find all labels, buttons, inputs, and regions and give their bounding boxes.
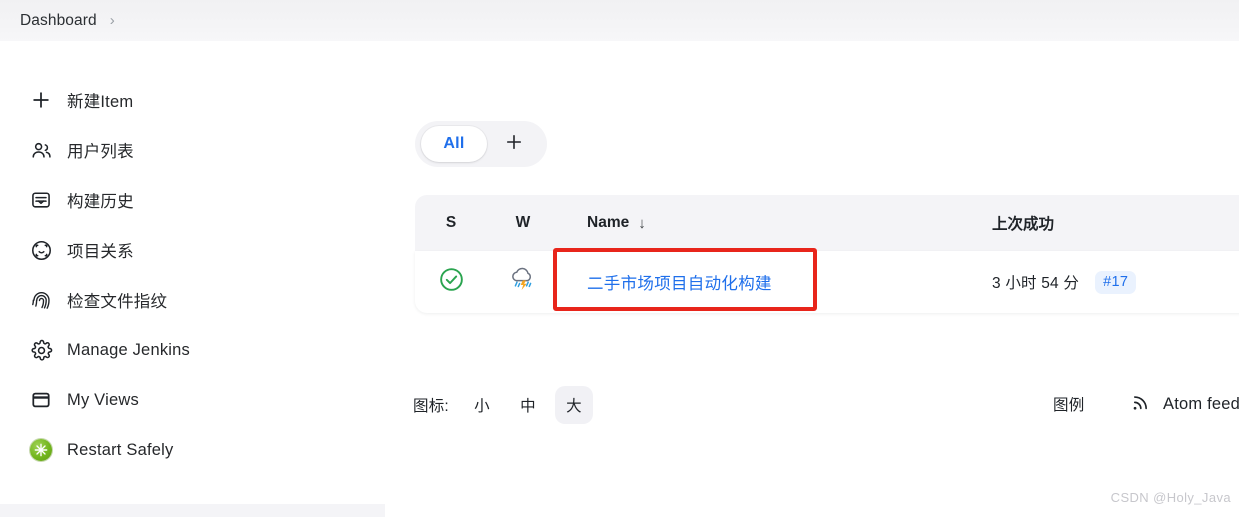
icon-size-medium-button[interactable]: 中 — [509, 386, 547, 424]
tab-all[interactable]: All — [421, 126, 487, 162]
sidebar-item-user-list[interactable]: 用户列表 — [26, 133, 134, 167]
table-row[interactable]: 二手市场项目自动化构建 3 小时 54 分 #17 — [415, 251, 1239, 313]
icon-size-label: 图标: — [413, 398, 449, 415]
column-header-name[interactable]: Name ↓ — [559, 214, 964, 232]
sidebar-item-label: 用户列表 — [67, 143, 134, 161]
sidebar-item-new-item[interactable]: 新建Item — [26, 83, 133, 117]
build-number-badge[interactable]: #17 — [1095, 270, 1137, 294]
job-status-cell — [415, 266, 487, 298]
sidebar: 新建Item 用户列表 构建历史 项目关系 检查文件指纹 Manage Jenk… — [0, 41, 385, 517]
relationship-icon — [26, 235, 56, 265]
job-name-cell: 二手市场项目自动化构建 — [559, 270, 964, 294]
check-circle-icon[interactable] — [438, 266, 465, 298]
column-header-weather[interactable]: W — [487, 214, 559, 232]
sidebar-item-label: 新建Item — [67, 93, 134, 111]
jobs-table: S W Name ↓ 上次成功 二手市场项目自动化构建 3 小时 54 分 #1… — [415, 195, 1239, 313]
sidebar-item-label: 构建历史 — [67, 193, 134, 211]
sidebar-item-my-views[interactable]: My Views — [26, 383, 139, 417]
job-weather-cell — [487, 265, 559, 300]
people-icon — [26, 135, 56, 165]
icon-size-small-button[interactable]: 小 — [463, 386, 501, 424]
column-header-last-success[interactable]: 上次成功 — [964, 212, 1239, 234]
sidebar-item-manage-jenkins[interactable]: Manage Jenkins — [26, 333, 190, 367]
column-header-status[interactable]: S — [415, 214, 487, 232]
inbox-icon — [26, 185, 56, 215]
sidebar-item-label: Restart Safely — [67, 440, 174, 459]
watermark: CSDN @Holy_Java — [1110, 490, 1231, 505]
job-last-success-cell: 3 小时 54 分 #17 — [964, 270, 1239, 294]
sidebar-item-label: 检查文件指纹 — [67, 293, 168, 311]
tab-all-label: All — [443, 135, 465, 152]
atom-feed-label: Atom feed — [1163, 395, 1239, 413]
rss-feed-icon — [1130, 391, 1152, 418]
add-view-button[interactable] — [487, 126, 541, 162]
sidebar-item-label: Manage Jenkins — [67, 340, 190, 359]
sidebar-item-build-history[interactable]: 构建历史 — [26, 183, 134, 217]
sort-descending-icon: ↓ — [638, 214, 646, 232]
view-tab-bar: All — [415, 121, 547, 167]
sidebar-item-check-file-fingerprint[interactable]: 检查文件指纹 — [26, 283, 167, 317]
legend-link[interactable]: 图例 — [1053, 393, 1084, 415]
atom-feed-link[interactable]: Atom feed — [1130, 391, 1239, 418]
restart-safely-icon — [26, 435, 56, 465]
fingerprint-icon — [26, 285, 56, 315]
sidebar-item-project-relationship[interactable]: 项目关系 — [26, 233, 134, 267]
breadcrumb: Dashboard › — [0, 0, 1239, 41]
sidebar-bottom-strip — [0, 504, 385, 517]
main-content: All S W Name ↓ 上次成功 二手市场项目自动化构建 3 小时 54 … — [385, 41, 1239, 517]
icon-size-large-button[interactable]: 大 — [554, 386, 593, 424]
breadcrumb-item-dashboard[interactable]: Dashboard — [20, 12, 97, 30]
gear-icon — [26, 335, 56, 365]
sidebar-item-label: My Views — [67, 390, 139, 409]
window-icon — [26, 385, 56, 415]
icon-size-controls: 图标: 小 中 大 — [413, 386, 601, 424]
job-name-link[interactable]: 二手市场项目自动化构建 — [587, 270, 772, 294]
column-header-name-label: Name — [587, 214, 630, 231]
sidebar-item-restart-safely[interactable]: Restart Safely — [26, 433, 173, 467]
stormy-weather-icon[interactable] — [507, 265, 539, 300]
last-success-duration: 3 小时 54 分 — [992, 275, 1080, 292]
table-header-row: S W Name ↓ 上次成功 — [415, 195, 1239, 251]
plus-icon — [504, 132, 524, 157]
plus-icon — [26, 85, 56, 115]
sidebar-item-label: 项目关系 — [67, 243, 134, 261]
chevron-right-icon: › — [109, 12, 115, 29]
